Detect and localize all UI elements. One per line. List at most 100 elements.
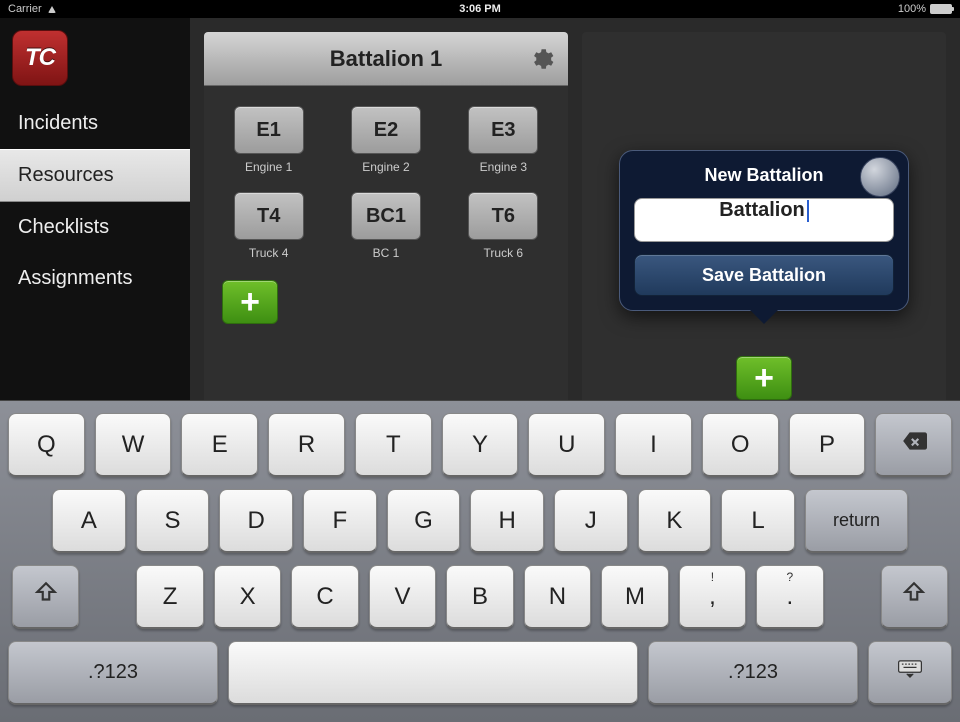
unit-label-t4: Truck 4 [249,246,289,260]
key-v[interactable]: V [369,565,436,629]
app-logo[interactable]: TC [12,30,68,86]
unit-t6: T6 Truck 6 [457,192,550,260]
unit-label-e2: Engine 2 [362,160,409,174]
unit-tile-e2[interactable]: E2 [351,106,421,154]
key-z[interactable]: Z [136,565,203,629]
key-j[interactable]: J [554,489,628,553]
unit-tile-t4[interactable]: T4 [234,192,304,240]
battalion-panel-header: Battalion 1 [204,32,568,86]
key-s[interactable]: S [136,489,210,553]
key-c[interactable]: C [291,565,358,629]
unit-grid: E1 Engine 1 E2 Engine 2 E3 Engine 3 T4 T… [204,86,568,270]
key-p[interactable]: P [789,413,866,477]
key-return[interactable]: return [805,489,908,553]
key-k[interactable]: K [638,489,712,553]
new-battalion-panel: New Battalion Battalion Save Battalion + [582,32,946,400]
key-a[interactable]: A [52,489,126,553]
key-shift-right[interactable] [881,565,948,629]
unit-label-t6: Truck 6 [484,246,524,260]
key-space[interactable] [228,641,638,705]
key-u[interactable]: U [528,413,605,477]
key-m[interactable]: M [601,565,668,629]
key-q[interactable]: Q [8,413,85,477]
unit-bc1: BC1 BC 1 [339,192,432,260]
unit-e3: E3 Engine 3 [457,106,550,174]
nav-item-assignments[interactable]: Assignments [0,253,190,304]
onscreen-keyboard: Q W E R T Y U I O P A S D F G H J K L re… [0,400,960,722]
key-t[interactable]: T [355,413,432,477]
popover-title-text: New Battalion [704,165,823,185]
key-backspace[interactable] [875,413,952,477]
nav-item-resources[interactable]: Resources [0,149,190,202]
key-g[interactable]: G [387,489,461,553]
add-unit-button[interactable]: + [222,280,278,324]
sidebar: TC Incidents Resources Checklists Assign… [0,18,190,400]
unit-tile-t6[interactable]: T6 [468,192,538,240]
battalion-panel: Battalion 1 E1 Engine 1 E2 Engine 2 E3 E… [204,32,568,400]
shift-icon [33,580,59,613]
key-period-main: . [787,583,794,611]
wifi-icon [48,6,56,13]
key-period-alt: ? [787,570,794,584]
key-comma-alt: ! [711,570,714,584]
key-numswitch-left[interactable]: .?123 [8,641,218,705]
key-o[interactable]: O [702,413,779,477]
content: Battalion 1 E1 Engine 1 E2 Engine 2 E3 E… [190,18,960,400]
key-w[interactable]: W [95,413,172,477]
key-e[interactable]: E [181,413,258,477]
battalion-name-input[interactable]: Battalion [634,198,894,242]
app-body: TC Incidents Resources Checklists Assign… [0,18,960,400]
shift-icon [901,580,927,613]
nav-item-incidents[interactable]: Incidents [0,98,190,149]
key-comma[interactable]: ! , [679,565,746,629]
hide-keyboard-icon [897,656,923,689]
battalion-name-value: Battalion [719,199,805,221]
key-l[interactable]: L [721,489,795,553]
unit-tile-e3[interactable]: E3 [468,106,538,154]
keyboard-row-1: Q W E R T Y U I O P [8,413,952,477]
app-logo-text: TC [25,44,55,72]
add-battalion-button[interactable]: + [736,356,792,400]
key-r[interactable]: R [268,413,345,477]
key-numswitch-right[interactable]: .?123 [648,641,858,705]
key-n[interactable]: N [524,565,591,629]
unit-e2: E2 Engine 2 [339,106,432,174]
keyboard-row-2: A S D F G H J K L return [8,489,952,553]
key-period[interactable]: ? . [756,565,823,629]
unit-tile-bc1[interactable]: BC1 [351,192,421,240]
key-b[interactable]: B [446,565,513,629]
unit-label-e1: Engine 1 [245,160,292,174]
key-y[interactable]: Y [442,413,519,477]
clock: 3:06 PM [459,3,501,15]
status-right: 100% [898,3,952,15]
new-battalion-popover: New Battalion Battalion Save Battalion [619,150,909,311]
close-icon[interactable] [860,157,900,197]
keyboard-row-3: Z X C V B N M ! , ? . [8,565,952,629]
key-comma-main: , [709,583,716,611]
unit-t4: T4 Truck 4 [222,192,315,260]
nav-item-checklists[interactable]: Checklists [0,202,190,253]
gear-icon[interactable] [528,46,554,72]
key-shift-left[interactable] [12,565,79,629]
status-bar: Carrier 3:06 PM 100% [0,0,960,18]
popover-title: New Battalion [634,165,894,198]
battery-icon [930,4,952,14]
text-cursor [807,200,809,222]
key-x[interactable]: X [214,565,281,629]
status-left: Carrier [8,3,56,15]
key-i[interactable]: I [615,413,692,477]
key-d[interactable]: D [219,489,293,553]
keyboard-row-4: .?123 .?123 [8,641,952,705]
unit-label-bc1: BC 1 [373,246,400,260]
key-h[interactable]: H [470,489,544,553]
battalion-title: Battalion 1 [330,46,442,72]
unit-tile-e1[interactable]: E1 [234,106,304,154]
carrier-label: Carrier [8,3,42,15]
unit-e1: E1 Engine 1 [222,106,315,174]
unit-label-e3: Engine 3 [480,160,527,174]
battery-percent: 100% [898,3,926,15]
backspace-icon [901,428,927,461]
key-hide-keyboard[interactable] [868,641,952,705]
key-f[interactable]: F [303,489,377,553]
save-battalion-button[interactable]: Save Battalion [634,254,894,296]
